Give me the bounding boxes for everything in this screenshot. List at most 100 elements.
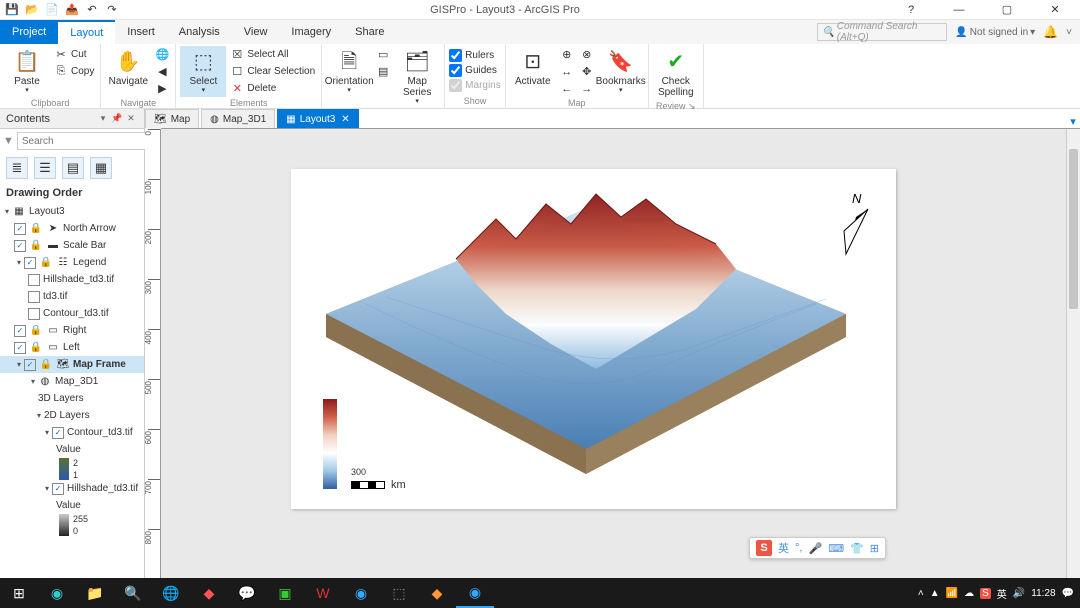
- tb-app1[interactable]: ◆: [190, 578, 228, 608]
- tab-imagery[interactable]: Imagery: [279, 20, 343, 44]
- scale-bar[interactable]: [351, 481, 385, 489]
- toc-scale-bar[interactable]: ✓🔒▬Scale Bar: [0, 237, 144, 254]
- view-tab-layout3[interactable]: ▦Layout3✕: [277, 109, 358, 128]
- project-tab[interactable]: Project: [0, 20, 58, 44]
- navigate-button[interactable]: ✋ Navigate: [105, 46, 151, 89]
- tb-app4[interactable]: ⬚: [380, 578, 418, 608]
- view-source-button[interactable]: ☰: [34, 157, 56, 179]
- tray-up-icon[interactable]: ˄: [918, 588, 924, 599]
- prev-extent-button[interactable]: ◀: [153, 63, 171, 80]
- tab-view[interactable]: View: [232, 20, 280, 44]
- check-spelling-button[interactable]: ✔ Check Spelling: [653, 46, 699, 100]
- toc-2d-layers[interactable]: ▾2D Layers: [0, 407, 144, 424]
- tb-app3[interactable]: ◉: [342, 578, 380, 608]
- export-icon[interactable]: 📤: [64, 2, 80, 18]
- toc-hillshade2[interactable]: ▾✓Hillshade_td3.tif: [0, 480, 144, 497]
- signin-button[interactable]: 👤 Not signed in ▾: [955, 27, 1035, 38]
- north-arrow[interactable]: N: [816, 189, 876, 259]
- panel-menu-icon[interactable]: ▾: [96, 113, 110, 124]
- tab-share[interactable]: Share: [343, 20, 396, 44]
- ruler-vertical[interactable]: 0100200300400500600700800: [145, 129, 161, 578]
- system-tray[interactable]: ˄ ▲ 📶 ☁ S 英 🔊 11:28 💬: [912, 586, 1080, 601]
- tb-app2[interactable]: ▣: [266, 578, 304, 608]
- guides-checkbox[interactable]: Guides: [449, 63, 501, 78]
- tab-insert[interactable]: Insert: [115, 20, 167, 44]
- ime-grid-icon[interactable]: ⊞: [870, 542, 879, 555]
- toc-contour2[interactable]: ▾✓Contour_td3.tif: [0, 424, 144, 441]
- scrollbar-vertical[interactable]: [1066, 129, 1080, 578]
- contents-search-input[interactable]: [17, 132, 159, 150]
- pin-icon[interactable]: 📌: [110, 113, 124, 124]
- tray-cloud-icon[interactable]: ☁: [964, 588, 974, 599]
- view-snap-button[interactable]: ▦: [90, 157, 112, 179]
- nav-tool5[interactable]: ✥: [578, 63, 596, 80]
- maximize-button[interactable]: ▢: [986, 0, 1028, 20]
- start-button[interactable]: ⊞: [0, 578, 38, 608]
- tray-vol-icon[interactable]: 🔊: [1013, 588, 1025, 599]
- tb-wechat[interactable]: 💬: [228, 578, 266, 608]
- tray-net2-icon[interactable]: 📶: [946, 588, 958, 599]
- delete-button[interactable]: ✕Delete: [228, 80, 317, 97]
- toc-layout3[interactable]: ▾▦Layout3: [0, 203, 144, 220]
- view-tab-map3d1[interactable]: ◍Map_3D1: [201, 109, 275, 128]
- tb-search[interactable]: 🔍: [114, 578, 152, 608]
- toc-right[interactable]: ✓🔒▭Right: [0, 322, 144, 339]
- layout-page[interactable]: N 300 km: [291, 169, 896, 509]
- tray-clock[interactable]: 11:28: [1031, 588, 1055, 599]
- filter-icon[interactable]: ▼: [3, 134, 14, 148]
- nav-tool6[interactable]: →: [578, 80, 596, 97]
- view-select-button[interactable]: ▤: [62, 157, 84, 179]
- layout-canvas[interactable]: N 300 km S 英 °, 🎤 ⌨ 👕 ⊞: [161, 129, 1066, 578]
- copy-button[interactable]: ⎘Copy: [52, 63, 96, 80]
- activate-button[interactable]: ⊡ Activate: [510, 46, 556, 89]
- ime-lang-button[interactable]: 英: [778, 540, 789, 556]
- tray-lang-icon[interactable]: 英: [997, 586, 1007, 601]
- tb-edge[interactable]: ◉: [38, 578, 76, 608]
- redo-icon[interactable]: ↷: [104, 2, 120, 18]
- ime-mic-icon[interactable]: 🎤: [808, 542, 822, 555]
- tray-net-icon[interactable]: ▲: [930, 588, 940, 599]
- undo-icon[interactable]: ↶: [84, 2, 100, 18]
- size-button[interactable]: ▭: [374, 46, 392, 63]
- new-icon[interactable]: 📄: [44, 2, 60, 18]
- save-icon[interactable]: 💾: [4, 2, 20, 18]
- tab-close-icon[interactable]: ✕: [341, 114, 349, 125]
- nav-tool4[interactable]: ⊗: [578, 46, 596, 63]
- toc-contour[interactable]: Contour_td3.tif: [0, 305, 144, 322]
- tab-analysis[interactable]: Analysis: [167, 20, 232, 44]
- next-extent-button[interactable]: ▶: [153, 80, 171, 97]
- ime-skin-icon[interactable]: 👕: [850, 542, 864, 555]
- ime-punct-icon[interactable]: °,: [795, 542, 802, 554]
- legend-color-ramp[interactable]: [323, 399, 337, 489]
- cut-button[interactable]: ✂Cut: [52, 46, 96, 63]
- open-icon[interactable]: 📂: [24, 2, 40, 18]
- view-tab-map[interactable]: 🗺Map: [145, 109, 199, 128]
- rulers-checkbox[interactable]: Rulers: [449, 48, 501, 63]
- ime-keyboard-icon[interactable]: ⌨: [828, 542, 844, 555]
- tab-layout[interactable]: Layout: [58, 20, 115, 44]
- toc-td3[interactable]: td3.tif: [0, 288, 144, 305]
- toc-3d-layers[interactable]: 3D Layers: [0, 390, 144, 407]
- page-button[interactable]: ▤: [374, 63, 392, 80]
- toc-map3d1[interactable]: ▾◍Map_3D1: [0, 373, 144, 390]
- toc-legend[interactable]: ▾✓🔒☷Legend: [0, 254, 144, 271]
- notifications-icon[interactable]: 🔔: [1043, 25, 1058, 39]
- minimize-button[interactable]: —: [938, 0, 980, 20]
- tb-wps[interactable]: W: [304, 578, 342, 608]
- ime-toolbar[interactable]: S 英 °, 🎤 ⌨ 👕 ⊞: [749, 537, 886, 559]
- tb-arcgis[interactable]: ◉: [456, 578, 494, 608]
- select-button[interactable]: ⬚ Select ▾: [180, 46, 226, 97]
- new-view-dropdown[interactable]: ▾: [1066, 115, 1080, 128]
- tb-chrome[interactable]: 🌐: [152, 578, 190, 608]
- full-extent-button[interactable]: 🌐: [153, 46, 171, 63]
- clear-sel-button[interactable]: ☐Clear Selection: [228, 63, 317, 80]
- view-list-button[interactable]: ≣: [6, 157, 28, 179]
- command-search[interactable]: 🔍 Command Search (Alt+Q): [817, 23, 947, 41]
- panel-close-icon[interactable]: ✕: [124, 113, 138, 124]
- paste-button[interactable]: 📋 Paste ▾: [4, 46, 50, 97]
- tray-ime-icon[interactable]: S: [980, 588, 991, 599]
- help-button[interactable]: ?: [890, 0, 932, 20]
- nav-tool3[interactable]: ←: [558, 80, 576, 97]
- ribbon-collapse-icon[interactable]: ˅: [1066, 27, 1072, 38]
- toc-map-frame[interactable]: ▾✓🔒🗺Map Frame: [0, 356, 144, 373]
